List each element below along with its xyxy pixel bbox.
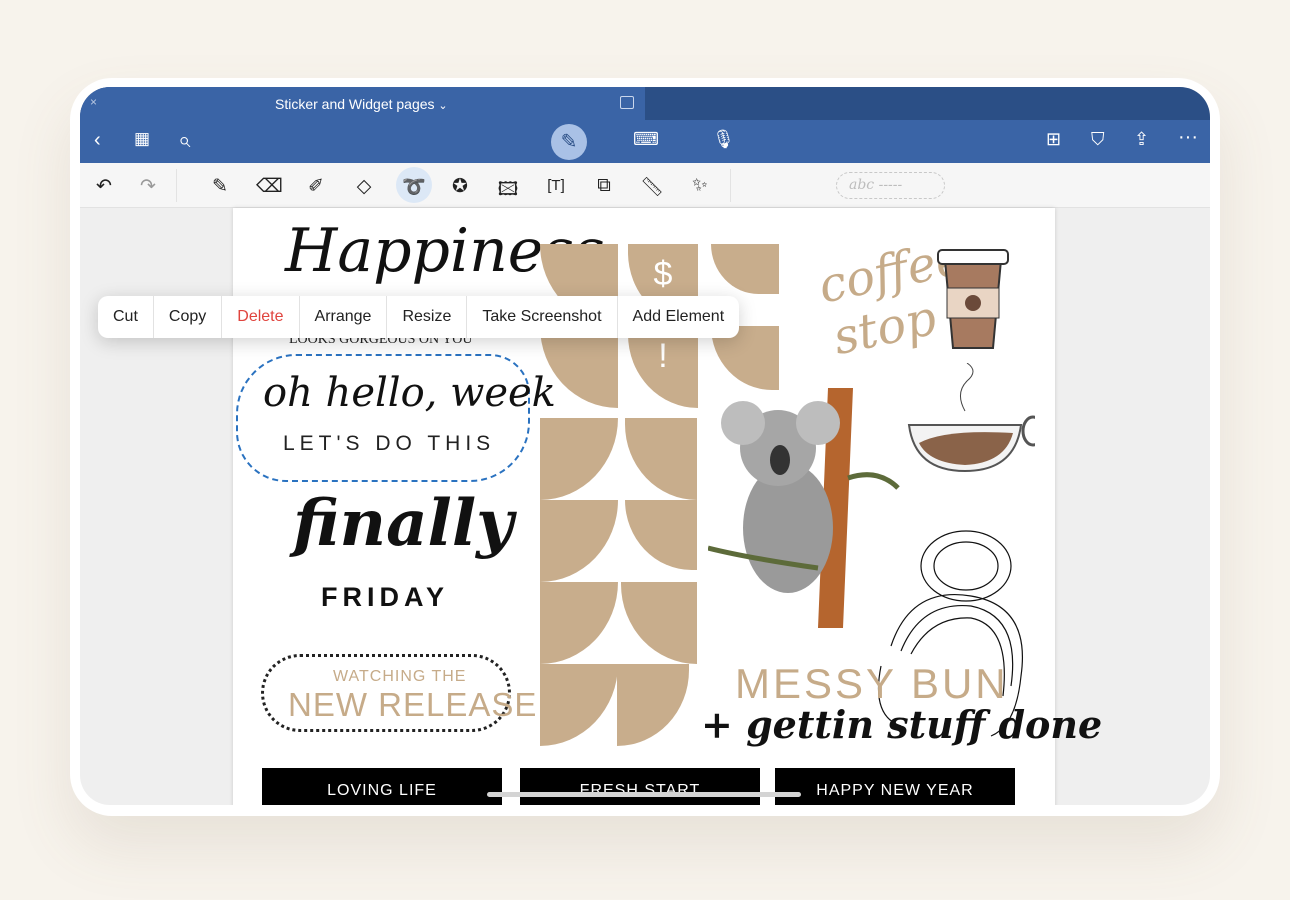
grid-icon[interactable]: ▦ xyxy=(134,129,150,149)
image-icon[interactable]: 🖾 xyxy=(496,175,520,207)
friday-sticker[interactable]: FRIDAY xyxy=(321,582,449,613)
image-search-icon[interactable]: ⧉ xyxy=(592,175,616,197)
bottles-widget[interactable] xyxy=(540,418,618,500)
bookmark-icon[interactable]: ⛉ xyxy=(1091,129,1105,150)
fresh-start-banner[interactable]: FRESH START xyxy=(520,768,760,805)
new-release-sticker[interactable]: NEW RELEASE xyxy=(288,686,537,724)
notepad-widget[interactable] xyxy=(540,664,618,746)
nav-bar: ‹ ▦ ⌕ ✎ ⌨ 🎙︎ ⊞ ⛉ ⇪ ··· xyxy=(80,120,1210,163)
document-title-text: Sticker and Widget pages xyxy=(275,96,435,112)
new-page-icon[interactable]: ⊞ xyxy=(1046,129,1061,150)
shapes-icon[interactable]: ◇ xyxy=(352,175,376,198)
watching-the-sticker[interactable]: WATCHING THE xyxy=(333,668,466,686)
redo-icon[interactable]: ↷ xyxy=(136,175,160,198)
split-view-icon[interactable] xyxy=(620,96,634,109)
close-tab-icon[interactable]: × xyxy=(90,95,97,109)
laser-pointer-icon[interactable]: ✨︎ xyxy=(688,175,712,197)
highlighter-icon[interactable]: ✐ xyxy=(304,175,328,198)
lasso-icon[interactable]: ➰ xyxy=(402,175,426,199)
divider xyxy=(730,169,731,202)
coffee-cup-sticker[interactable] xyxy=(933,220,1013,350)
more-icon[interactable]: ··· xyxy=(1178,126,1198,149)
menu-item-cut[interactable]: Cut xyxy=(98,296,154,338)
truck-widget[interactable] xyxy=(540,582,618,664)
share-icon[interactable]: ⇪ xyxy=(1134,129,1149,150)
keyboard-icon[interactable]: ⌨ xyxy=(633,129,659,150)
menu-item-arrange[interactable]: Arrange xyxy=(300,296,388,338)
context-menu: Cut Copy Delete Arrange Resize Take Scre… xyxy=(98,296,740,338)
menu-item-delete[interactable]: Delete xyxy=(222,296,300,338)
pen-write-icon[interactable]: ✎ xyxy=(551,124,587,160)
gettin-stuff-done-sticker[interactable]: + gettin stuff done xyxy=(701,702,1102,747)
oh-hello-week-sticker[interactable]: oh hello, week xyxy=(263,370,556,416)
back-icon[interactable]: ‹ xyxy=(94,129,101,152)
menu-item-take-screenshot[interactable]: Take Screenshot xyxy=(467,296,618,338)
home-indicator[interactable] xyxy=(487,792,801,797)
tea-cup-sticker[interactable] xyxy=(905,363,1035,473)
tool-bar: ↶ ↷ ✎ ⌫ ✐ ◇ ➰ ✪ 🖾 [T] ⧉ 📏︎ ✨︎ abc ----- xyxy=(80,163,1210,208)
finally-sticker[interactable]: finally xyxy=(293,486,513,561)
happy-new-year-banner[interactable]: HAPPY NEW YEAR xyxy=(775,768,1015,805)
document-title[interactable]: Sticker and Widget pages ⌄ xyxy=(275,96,448,112)
title-bar: × Sticker and Widget pages ⌄ xyxy=(80,87,1210,120)
divider xyxy=(176,169,177,202)
menu-item-add-element[interactable]: Add Element xyxy=(618,296,740,338)
ruler-icon[interactable]: 📏︎ xyxy=(640,175,664,199)
messy-bun-text[interactable]: MESSY BUN xyxy=(735,660,1009,708)
undo-icon[interactable]: ↶ xyxy=(92,175,116,198)
sun-widget[interactable] xyxy=(625,418,697,500)
text-box-icon[interactable]: [T] xyxy=(544,177,568,194)
document-tab[interactable]: × Sticker and Widget pages ⌄ xyxy=(80,87,645,120)
search-icon[interactable]: ⌕ xyxy=(178,127,190,153)
menu-item-copy[interactable]: Copy xyxy=(154,296,223,338)
sticker-icon[interactable]: ✪ xyxy=(448,175,472,198)
app-screen: × Sticker and Widget pages ⌄ ‹ ▦ ⌕ ✎ ⌨ 🎙… xyxy=(80,87,1210,805)
eraser-icon[interactable]: ⌫ xyxy=(256,175,283,198)
cloud-widget[interactable] xyxy=(625,500,697,570)
chevron-down-icon: ⌄ xyxy=(438,100,448,112)
pen-tool-icon[interactable]: ✎ xyxy=(208,175,232,198)
alert-widget[interactable]: ! xyxy=(628,326,698,408)
sun-cloud-widget[interactable] xyxy=(621,582,697,664)
stethoscope-widget[interactable] xyxy=(540,500,618,582)
rain-widget[interactable] xyxy=(617,664,689,746)
lets-do-this-sticker[interactable]: LET'S DO THIS xyxy=(283,432,495,456)
handwriting-input[interactable]: abc ----- xyxy=(836,172,945,199)
microphone-icon[interactable]: 🎙︎ xyxy=(712,129,735,150)
weather-widget[interactable] xyxy=(711,244,779,294)
menu-item-resize[interactable]: Resize xyxy=(387,296,468,338)
loving-life-banner[interactable]: LOVING LIFE xyxy=(262,768,502,805)
